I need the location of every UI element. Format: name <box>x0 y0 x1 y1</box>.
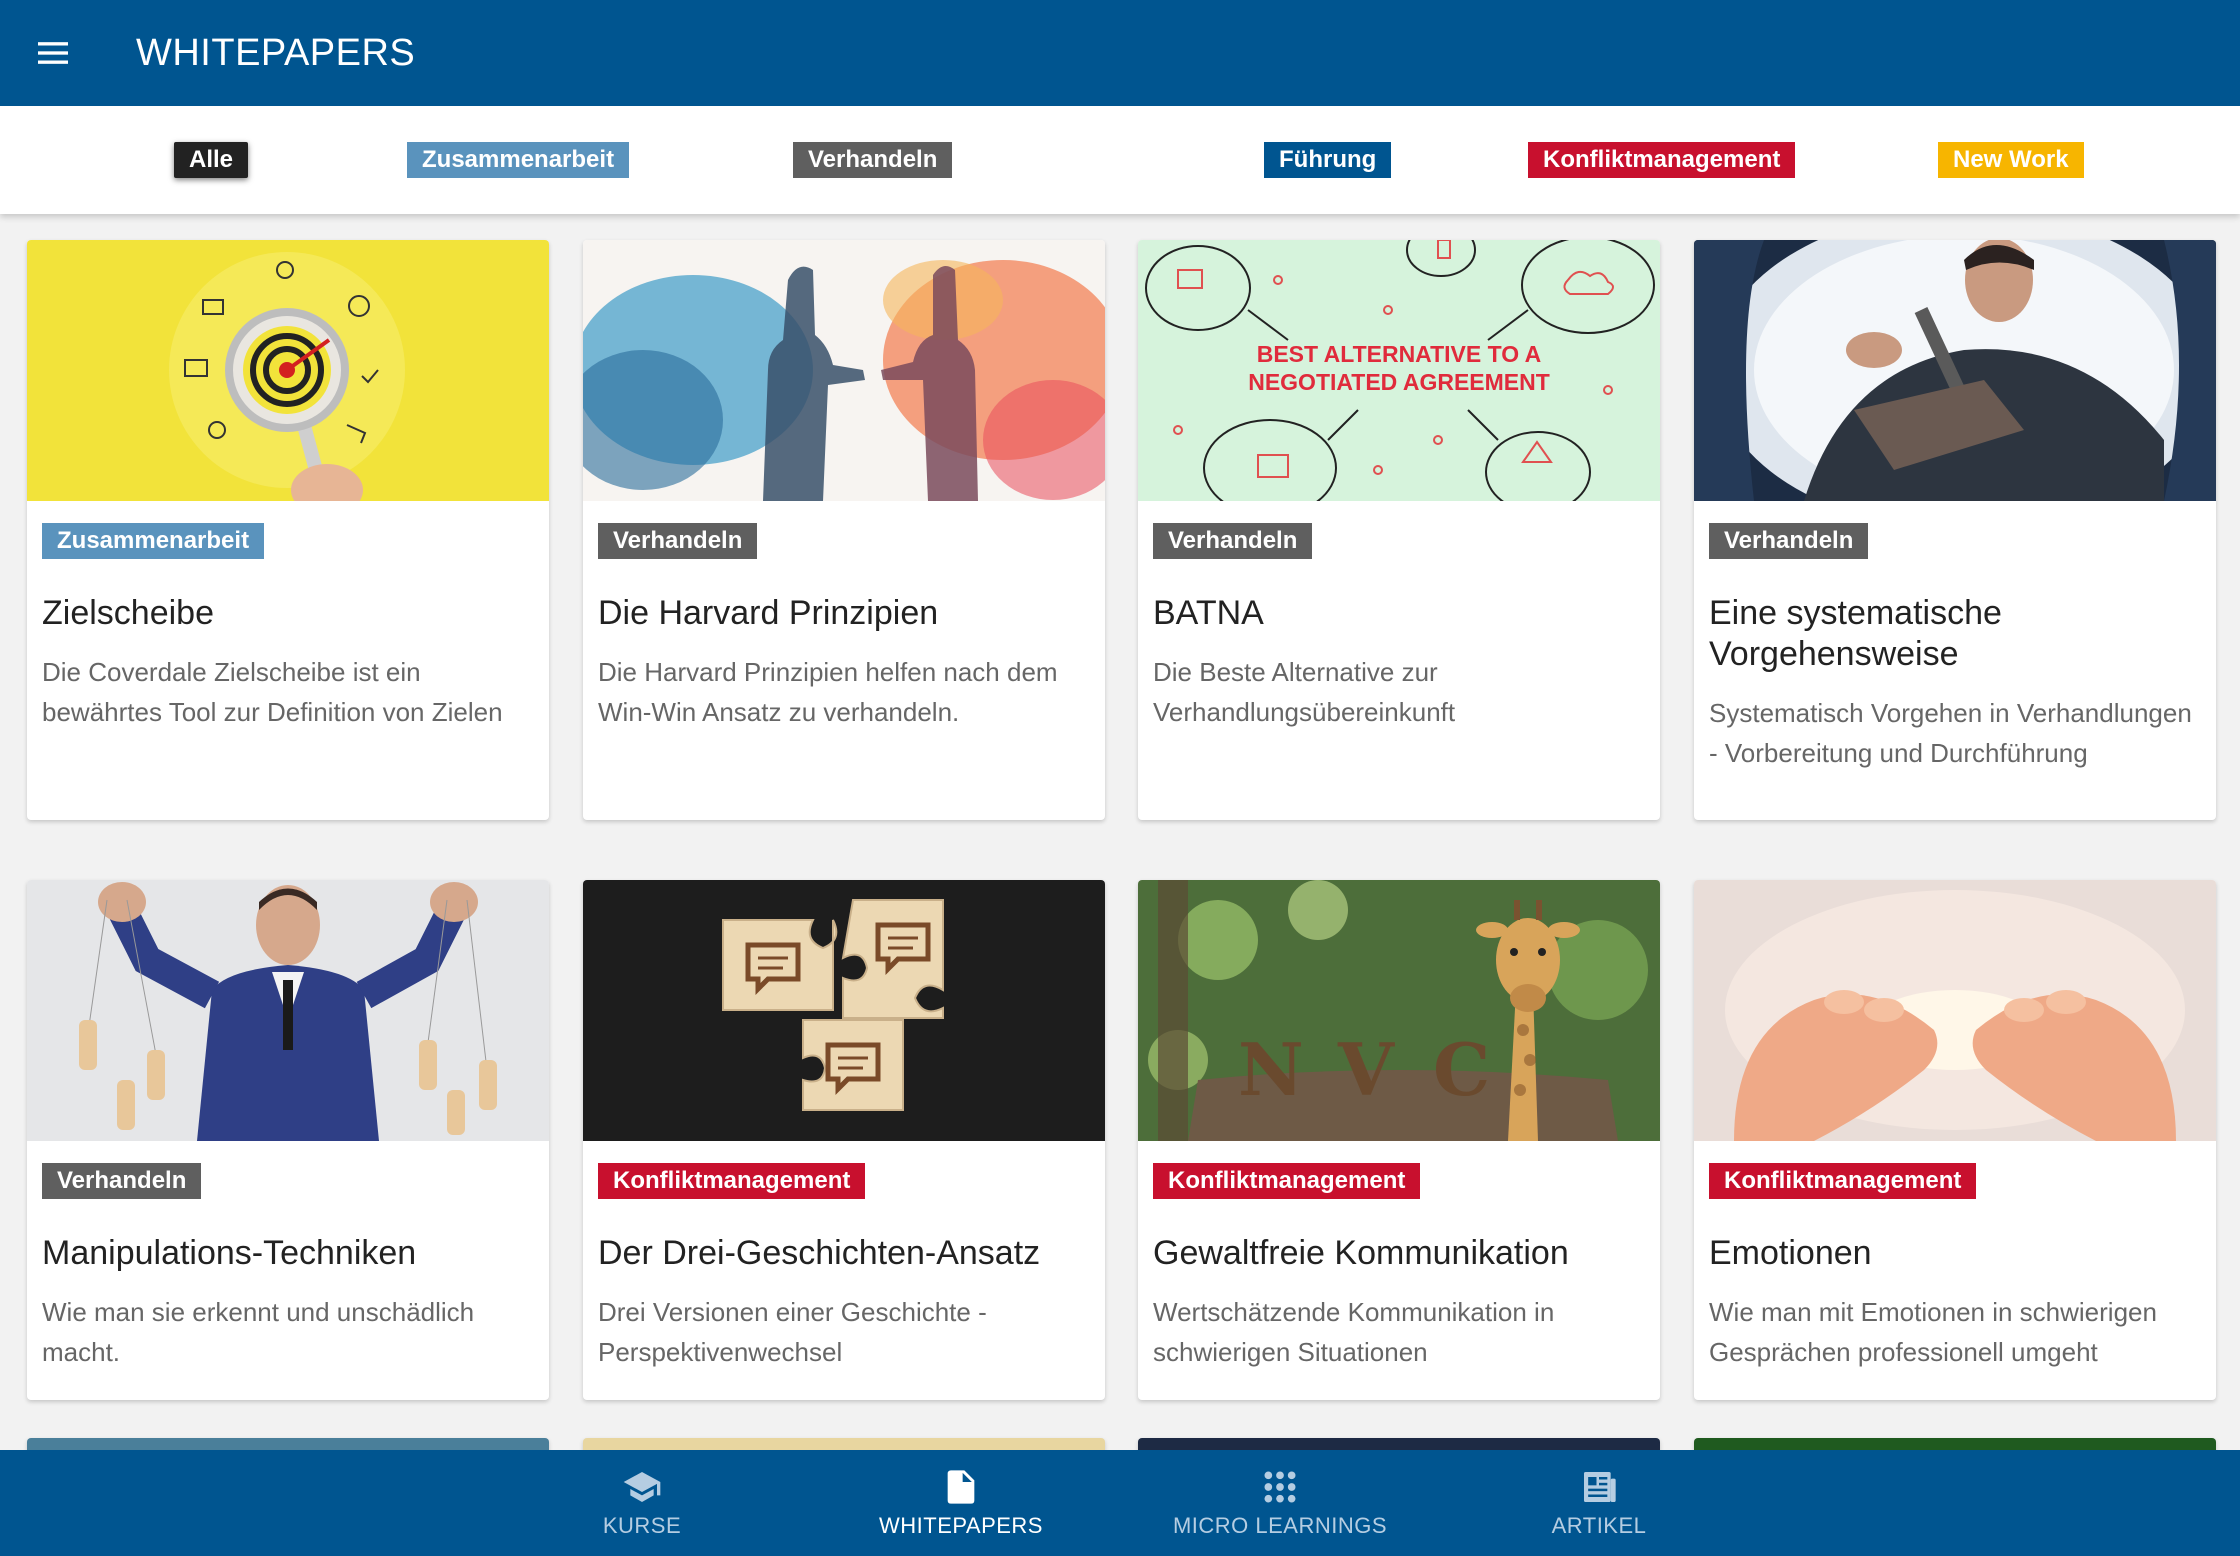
card-description: Wie man mit Emotionen in schwierigen Ges… <box>1709 1297 2157 1367</box>
whitepaper-card-manipulations-techniken[interactable]: Verhandeln Manipulations-Techniken Wie m… <box>27 880 549 1400</box>
nav-micro-learnings[interactable]: MICRO LEARNINGS <box>1130 1450 1430 1556</box>
card-description: Drei Versionen einer Geschichte - Perspe… <box>598 1297 987 1367</box>
whitepaper-card-drei-geschichten-ansatz[interactable]: Konfliktmanagement Der Drei-Geschichten-… <box>583 880 1105 1400</box>
card-title: BATNA <box>1153 594 1264 632</box>
newspaper-icon <box>1584 1472 1616 1502</box>
whitepaper-card-partial[interactable] <box>583 1438 1105 1450</box>
card-title: Gewaltfreie Kommunikation <box>1153 1234 1569 1272</box>
filter-chip-konfliktmanagement[interactable]: Konfliktmanagement <box>1528 142 1796 178</box>
category-badge: Zusammenarbeit <box>42 523 265 559</box>
whitepaper-card-partial[interactable] <box>1694 1438 2216 1450</box>
filter-chip-alle[interactable]: Alle <box>174 142 249 178</box>
page-title: WHITEPAPERS <box>136 31 416 74</box>
nav-artikel[interactable]: ARTIKEL <box>1449 1450 1749 1556</box>
puppet-master-image <box>27 880 549 1141</box>
batna-image-text-line1: BEST ALTERNATIVE TO A <box>1257 341 1542 367</box>
category-badge: Verhandeln <box>42 1163 202 1199</box>
card-description: Die Harvard Prinzipien helfen nach dem W… <box>598 657 1058 727</box>
puzzle-speech-bubbles-image <box>583 880 1105 1141</box>
whitepaper-card-partial[interactable] <box>27 1438 549 1450</box>
filter-chip-verhandeln[interactable]: Verhandeln <box>793 142 953 178</box>
card-description: Systematisch Vorgehen in Verhandlungen -… <box>1709 698 2192 768</box>
open-hands-light-image <box>1694 880 2216 1141</box>
nvc-letter-c: C <box>1433 1027 1490 1112</box>
nav-kurse[interactable]: KURSE <box>492 1450 792 1556</box>
category-badge: Verhandeln <box>1153 523 1313 559</box>
whitepaper-card-harvard-prinzipien[interactable]: Verhandeln Die Harvard Prinzipien Die Ha… <box>583 240 1105 820</box>
card-title: Eine systematische Vorgehensweise <box>1709 594 2002 673</box>
whitepaper-card-partial[interactable] <box>1138 1438 1660 1450</box>
target-magnifier-image <box>27 240 549 501</box>
card-title: Die Harvard Prinzipien <box>598 594 939 632</box>
handshake-watercolor-image <box>583 240 1105 501</box>
graduation-cap-icon <box>623 1472 661 1502</box>
nav-label: MICRO LEARNINGS <box>1172 1513 1388 1538</box>
man-digging-image <box>1694 240 2216 501</box>
nav-label: KURSE <box>602 1513 682 1538</box>
card-title: Emotionen <box>1709 1234 1872 1272</box>
nav-label: WHITEPAPERS <box>878 1513 1043 1538</box>
card-description: Die Coverdale Zielscheibe ist ein bewähr… <box>42 657 503 727</box>
nvc-letter-v: V <box>1337 1027 1395 1112</box>
card-description: Wie man sie erkennt und unschädlich mach… <box>42 1297 475 1367</box>
category-badge: Konfliktmanagement <box>1153 1163 1421 1199</box>
category-filter-bar: Alle Zusammenarbeit Verhandeln Führung K… <box>0 106 2240 214</box>
batna-diagram-image: BEST ALTERNATIVE TO A NEGOTIATED AGREEME… <box>1138 240 1660 501</box>
nav-label: ARTIKEL <box>1551 1513 1647 1538</box>
hamburger-menu-icon <box>38 42 68 64</box>
filter-chip-zusammenarbeit[interactable]: Zusammenarbeit <box>407 142 630 178</box>
category-badge: Verhandeln <box>1709 523 1869 559</box>
card-description: Wertschätzende Kommunikation in schwieri… <box>1153 1297 1555 1367</box>
card-title: Der Drei-Geschichten-Ansatz <box>598 1234 1041 1272</box>
bottom-navigation: KURSE WHITEPAPERS MICRO LEARNINGS ARTIKE… <box>0 1450 2240 1556</box>
document-icon <box>947 1470 975 1504</box>
whitepaper-card-gewaltfreie-kommunikation[interactable]: N V C Konfliktmanagement Gewaltfreie Kom… <box>1138 880 1660 1400</box>
whitepaper-card-systematische-vorgehensweise[interactable]: Verhandeln Eine systematische Vorgehensw… <box>1694 240 2216 820</box>
giraffe-nvc-image: N V C <box>1138 880 1660 1141</box>
menu-button[interactable] <box>0 0 106 106</box>
whitepaper-grid: Zusammenarbeit Zielscheibe Die Coverdale… <box>0 214 2240 1450</box>
card-title: Zielscheibe <box>42 594 214 632</box>
category-badge: Konfliktmanagement <box>1709 1163 1977 1199</box>
whitepaper-card-emotionen[interactable]: Konfliktmanagement Emotionen Wie man mit… <box>1694 880 2216 1400</box>
filter-chip-new-work[interactable]: New Work <box>1938 142 2084 178</box>
grid-dots-icon <box>1264 1471 1296 1503</box>
nav-whitepapers[interactable]: WHITEPAPERS <box>811 1450 1111 1556</box>
app-bar: WHITEPAPERS <box>0 0 2240 106</box>
whitepaper-card-batna[interactable]: BEST ALTERNATIVE TO A NEGOTIATED AGREEME… <box>1138 240 1660 820</box>
whitepaper-card-zielscheibe[interactable]: Zusammenarbeit Zielscheibe Die Coverdale… <box>27 240 549 820</box>
nvc-letter-n: N <box>1238 1027 1304 1112</box>
batna-image-text-line2: NEGOTIATED AGREEMENT <box>1248 369 1550 395</box>
card-description: Die Beste Alternative zur Verhandlungsüb… <box>1153 657 1456 727</box>
category-badge: Verhandeln <box>598 523 758 559</box>
filter-chip-fuehrung[interactable]: Führung <box>1264 142 1392 178</box>
category-badge: Konfliktmanagement <box>598 1163 866 1199</box>
card-title: Manipulations-Techniken <box>42 1234 417 1272</box>
